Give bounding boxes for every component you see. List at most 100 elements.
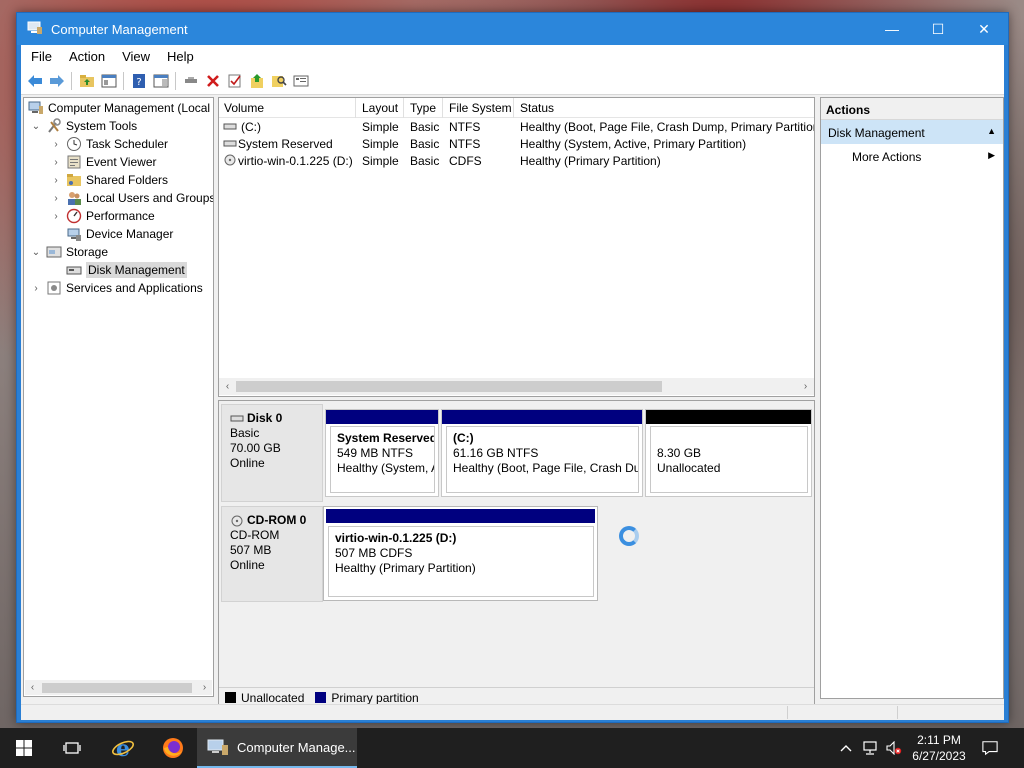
import-icon[interactable]	[249, 73, 265, 89]
taskbar: e Computer Manage... 2:11 PM 6/27/2023	[0, 728, 1024, 768]
column-header-type[interactable]: Type	[410, 101, 436, 115]
tree-item-event-viewer[interactable]: › Event Viewer	[50, 153, 156, 171]
maximize-button[interactable]: ☐	[916, 17, 960, 41]
collapse-icon[interactable]: ⌄	[30, 121, 42, 132]
scroll-thumb[interactable]	[42, 683, 192, 693]
expand-icon[interactable]: ›	[50, 157, 62, 168]
volume-list-header: Volume Layout Type File System Status	[219, 98, 814, 118]
network-icon[interactable]	[862, 740, 878, 756]
cdrom-0-name-row: CD-ROM 0	[230, 513, 314, 528]
tree-item-device-manager[interactable]: Device Manager	[66, 225, 173, 243]
search-icon[interactable]	[271, 73, 287, 89]
column-header-volume[interactable]: Volume	[224, 101, 264, 115]
menu-action[interactable]: Action	[69, 49, 105, 64]
expand-icon[interactable]: ›	[30, 283, 42, 294]
minimize-button[interactable]: —	[870, 17, 914, 41]
tree-item-storage[interactable]: ⌄ Storage	[30, 243, 108, 261]
check-icon[interactable]	[227, 73, 243, 89]
partition-system-reserved[interactable]: System Reserved 549 MB NTFS Healthy (Sys…	[325, 409, 439, 497]
partition-info: System Reserved 549 MB NTFS Healthy (Sys…	[330, 426, 435, 493]
firefox-button[interactable]	[150, 728, 196, 768]
action-center-icon[interactable]	[982, 740, 998, 756]
disk-0-label[interactable]: Disk 0 Basic 70.00 GB Online	[221, 404, 323, 502]
scroll-left-icon[interactable]: ‹	[220, 379, 235, 394]
tools-icon	[46, 118, 62, 134]
show-hidden-icons-chevron-icon[interactable]	[838, 740, 854, 756]
expand-icon[interactable]: ›	[50, 211, 62, 222]
more-actions-item[interactable]: More Actions ▶	[821, 144, 1003, 168]
tree-label: Storage	[66, 245, 109, 259]
forward-icon[interactable]	[49, 73, 65, 89]
up-folder-icon[interactable]	[79, 73, 95, 89]
volume-layout: Simple	[362, 137, 399, 151]
collapse-icon[interactable]: ⌄	[30, 247, 42, 258]
toolbar: ?	[21, 67, 1004, 95]
partition-status: Healthy (System, A	[337, 461, 435, 475]
collapse-up-icon[interactable]: ▲	[987, 126, 996, 136]
volume-list-horizontal-scrollbar[interactable]: ‹ ›	[219, 378, 814, 395]
drive-icon	[223, 120, 237, 135]
volume-muted-icon[interactable]	[886, 740, 902, 756]
show-hide-tree-icon[interactable]	[101, 73, 117, 89]
svg-text:e: e	[116, 736, 130, 760]
partition-virtio-win[interactable]: virtio-win-0.1.225 (D:) 507 MB CDFS Heal…	[323, 506, 598, 601]
disk-0-type: Basic	[230, 426, 260, 440]
help-icon[interactable]: ?	[131, 73, 147, 89]
tree-item-computer-management[interactable]: Computer Management (Local	[28, 99, 210, 117]
menu-file[interactable]: File	[31, 49, 52, 64]
scroll-thumb[interactable]	[236, 381, 662, 392]
tree-item-disk-management[interactable]: Disk Management	[66, 261, 187, 279]
table-row[interactable]: System Reserved Simple Basic NTFS Health…	[219, 135, 814, 152]
tree-item-performance[interactable]: › Performance	[50, 207, 155, 225]
column-header-status[interactable]: Status	[520, 101, 554, 115]
close-button[interactable]: ✕	[962, 17, 1006, 41]
actions-section-disk-management[interactable]: Disk Management ▲	[821, 120, 1003, 144]
console-tree: Computer Management (Local ⌄ System Tool…	[23, 97, 214, 697]
services-icon	[46, 280, 62, 296]
tree-item-local-users[interactable]: › Local Users and Groups	[50, 189, 213, 207]
task-view-button[interactable]	[48, 728, 96, 768]
table-row[interactable]: (C:) Simple Basic NTFS Healthy (Boot, Pa…	[219, 118, 814, 135]
table-row[interactable]: virtio-win-0.1.225 (D:) Simple Basic CDF…	[219, 152, 814, 169]
menu-help[interactable]: Help	[167, 49, 194, 64]
volume-name: virtio-win-0.1.225 (D:)	[238, 154, 353, 168]
cdrom-0-label[interactable]: CD-ROM 0 CD-ROM 507 MB Online	[221, 506, 323, 602]
partition-size: 549 MB NTFS	[337, 446, 414, 460]
column-header-layout[interactable]: Layout	[362, 101, 398, 115]
taskbar-app-computer-management[interactable]: Computer Manage...	[197, 728, 357, 768]
partition-unallocated[interactable]: 8.30 GB Unallocated	[645, 409, 812, 497]
partition-name: virtio-win-0.1.225 (D:)	[335, 531, 457, 545]
partition-name: (C:)	[453, 431, 474, 445]
disk-list-icon[interactable]	[293, 73, 309, 89]
tree-item-system-tools[interactable]: ⌄ System Tools	[30, 117, 137, 135]
partition-c[interactable]: (C:) 61.16 GB NTFS Healthy (Boot, Page F…	[441, 409, 643, 497]
volume-type: Basic	[410, 137, 440, 151]
expand-icon[interactable]: ›	[50, 175, 62, 186]
back-icon[interactable]	[27, 73, 43, 89]
connect-icon[interactable]	[183, 73, 199, 89]
scroll-right-icon[interactable]: ›	[798, 379, 813, 394]
start-button[interactable]	[0, 728, 48, 768]
tree-item-services-applications[interactable]: › Services and Applications	[30, 279, 202, 297]
tree-horizontal-scrollbar[interactable]: ‹ ›	[25, 680, 212, 695]
title-bar[interactable]: Computer Management — ☐ ✕	[17, 13, 1008, 45]
more-actions-label: More Actions	[852, 150, 922, 164]
partition-info: (C:) 61.16 GB NTFS Healthy (Boot, Page F…	[446, 426, 639, 493]
internet-explorer-button[interactable]: e	[100, 728, 146, 768]
expand-icon[interactable]: ›	[50, 139, 62, 150]
expand-icon[interactable]: ›	[50, 193, 62, 204]
delete-icon[interactable]	[205, 73, 221, 89]
properties-view-icon[interactable]	[153, 73, 169, 89]
partition-info: 8.30 GB Unallocated	[650, 426, 808, 493]
scroll-right-icon[interactable]: ›	[197, 680, 212, 695]
column-header-file-system[interactable]: File System	[449, 101, 512, 115]
windows-logo-icon	[16, 740, 32, 756]
tree-item-shared-folders[interactable]: › Shared Folders	[50, 171, 168, 189]
clock[interactable]: 2:11 PM 6/27/2023	[904, 732, 974, 764]
menu-view[interactable]: View	[122, 49, 150, 64]
scroll-left-icon[interactable]: ‹	[25, 680, 40, 695]
shared-folder-icon	[66, 172, 82, 188]
disk-icon	[230, 415, 244, 421]
tree-item-task-scheduler[interactable]: › Task Scheduler	[50, 135, 168, 153]
volume-layout: Simple	[362, 154, 399, 168]
